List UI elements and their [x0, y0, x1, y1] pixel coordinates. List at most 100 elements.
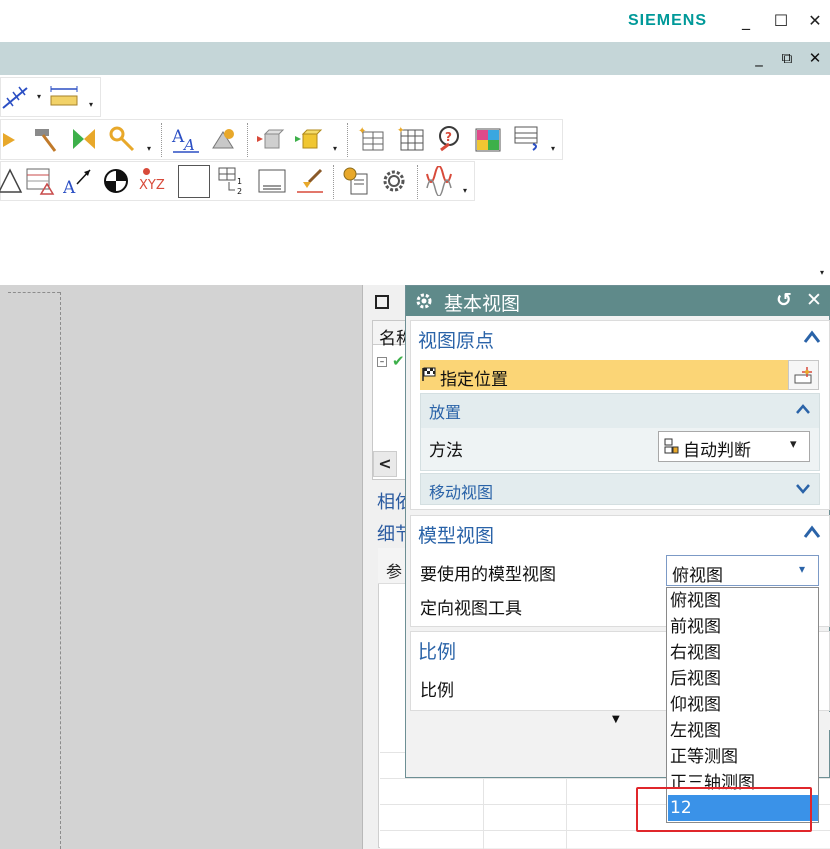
blank-square-icon[interactable]: [178, 165, 210, 198]
svg-text:A: A: [171, 127, 185, 147]
settings-gear-icon[interactable]: [414, 291, 434, 311]
document-tab-strip: [0, 42, 830, 75]
toolbar-separator: [347, 123, 348, 157]
dialog-close-icon[interactable]: ✕: [806, 289, 822, 311]
gear-icon[interactable]: [379, 166, 409, 196]
svg-text:✦: ✦: [358, 126, 366, 137]
annotation-highlight-box: [636, 787, 812, 832]
wave-icon[interactable]: [425, 166, 455, 196]
xyz-point-icon[interactable]: XYZ: [139, 168, 173, 198]
dropdown-arrow-icon[interactable]: ▾: [333, 144, 337, 153]
view-origin-title[interactable]: 视图原点: [418, 326, 494, 353]
close-window-button[interactable]: ✕: [802, 8, 828, 34]
method-label: 方法: [429, 441, 463, 461]
chevron-up-icon[interactable]: [803, 525, 821, 539]
gear-doc-icon[interactable]: [341, 166, 371, 196]
move-view-title: 移动视图: [429, 483, 494, 502]
bowtie-icon[interactable]: [69, 124, 99, 154]
dropdown-arrow-icon[interactable]: ▾: [147, 144, 151, 153]
arrow-partial-icon[interactable]: [0, 125, 25, 155]
orient-view-tool-label[interactable]: 定向视图工具: [420, 594, 522, 619]
toolbar-group-annotation: ▾ A A ▾ ✦ ✦ ? ▾: [0, 119, 563, 160]
doc-restore-button[interactable]: ⧉: [775, 46, 799, 70]
doc-minimize-button[interactable]: _: [747, 46, 771, 70]
arrow-text-icon[interactable]: A: [63, 166, 93, 196]
tree-collapse-icon[interactable]: –: [377, 357, 387, 367]
table-colored-icon[interactable]: [473, 124, 503, 154]
dropdown-option[interactable]: 仰视图: [668, 692, 818, 718]
table-triangle-icon[interactable]: [25, 166, 55, 196]
chevron-down-icon[interactable]: ▾: [799, 562, 805, 576]
wrench-joint-icon[interactable]: [107, 124, 137, 154]
circle-half-icon[interactable]: [101, 166, 131, 196]
checkered-flag-icon: [422, 367, 436, 381]
method-value: 自动判断: [683, 441, 751, 461]
svg-text:2: 2: [237, 187, 242, 196]
placement-header[interactable]: [421, 394, 819, 428]
weld-icon[interactable]: [209, 124, 239, 154]
point-dialog-button[interactable]: [788, 360, 819, 390]
point-constructor-icon: [794, 367, 812, 384]
dropdown-arrow-icon[interactable]: ▾: [89, 100, 93, 109]
maximize-button[interactable]: ☐: [768, 8, 794, 34]
scale-title[interactable]: 比例: [418, 637, 456, 664]
svg-text:✦: ✦: [397, 126, 405, 136]
chevron-up-icon[interactable]: [795, 403, 811, 415]
siemens-logo: SIEMENS: [628, 12, 708, 29]
ribbon-overflow-arrow-icon[interactable]: ▾: [820, 268, 824, 277]
part-finder-icon[interactable]: ?: [435, 124, 465, 154]
model-view-label: 要使用的模型视图: [420, 565, 556, 585]
model-view-value: 俯视图: [672, 566, 723, 586]
text-annotation-icon[interactable]: A A: [171, 124, 201, 154]
toolbar-separator: [417, 165, 418, 199]
brush-arrow-icon[interactable]: [295, 166, 325, 196]
drawing-sheet-border: [60, 292, 61, 849]
dropdown-option[interactable]: 俯视图: [668, 588, 818, 614]
toolbar-separator: [333, 165, 334, 199]
toolbar-group-drawing: A XYZ 12 ▾: [0, 161, 475, 201]
parameter-column-header: 参: [386, 562, 403, 581]
hammer-icon[interactable]: [31, 124, 61, 154]
dropdown-arrow-icon[interactable]: ▾: [551, 144, 555, 153]
model-view-title[interactable]: 模型视图: [418, 521, 494, 548]
graphics-window[interactable]: [0, 285, 362, 849]
chevron-down-icon[interactable]: ▾: [790, 437, 797, 452]
table-grid-icon[interactable]: ✦: [397, 124, 427, 154]
toolbar-separator: [247, 123, 248, 157]
text-box-icon[interactable]: [257, 166, 287, 196]
placement-title: 放置: [429, 403, 462, 422]
xyz-label: XYZ: [139, 178, 165, 193]
dropdown-option[interactable]: 右视图: [668, 640, 818, 666]
triangle-icon[interactable]: [0, 166, 25, 196]
dropdown-option[interactable]: 后视图: [668, 666, 818, 692]
scale-label: 比例: [420, 681, 454, 701]
svg-text:?: ?: [445, 130, 452, 144]
block-arrow-icon[interactable]: [255, 124, 285, 154]
dialog-title: 基本视图: [444, 293, 521, 315]
auto-infer-icon: [664, 438, 679, 454]
reset-icon[interactable]: ↺: [776, 289, 792, 311]
table-sparkle-icon[interactable]: ✦: [357, 124, 387, 154]
point-dot-icon: [143, 168, 150, 175]
minimize-button[interactable]: _: [733, 8, 759, 34]
dimension-chain-icon[interactable]: [1, 82, 31, 112]
dropdown-arrow-icon[interactable]: ▾: [37, 92, 41, 101]
toolbar-group-dimensions: ▾ ▾: [0, 77, 101, 117]
specify-location-label: 指定位置: [440, 370, 508, 390]
chevron-up-icon[interactable]: [803, 330, 821, 344]
dropdown-option[interactable]: 左视图: [668, 718, 818, 744]
chevron-down-icon[interactable]: [795, 483, 811, 495]
table-numbered-icon[interactable]: 12: [217, 166, 247, 196]
dropdown-arrow-icon[interactable]: ▾: [463, 186, 467, 195]
dropdown-option[interactable]: 前视图: [668, 614, 818, 640]
svg-text:A: A: [63, 178, 76, 196]
dropdown-option[interactable]: 正等测图: [668, 744, 818, 770]
ruler-measure-icon[interactable]: [49, 82, 79, 112]
more-options-icon[interactable]: ▼: [612, 714, 620, 725]
window-restore-icon[interactable]: [375, 295, 389, 309]
drawing-sheet-border: [8, 292, 60, 293]
scroll-left-button[interactable]: <: [373, 451, 397, 477]
doc-close-button[interactable]: ✕: [803, 46, 827, 70]
cube-arrow-icon[interactable]: [293, 124, 323, 154]
table-link-icon[interactable]: [513, 124, 543, 154]
